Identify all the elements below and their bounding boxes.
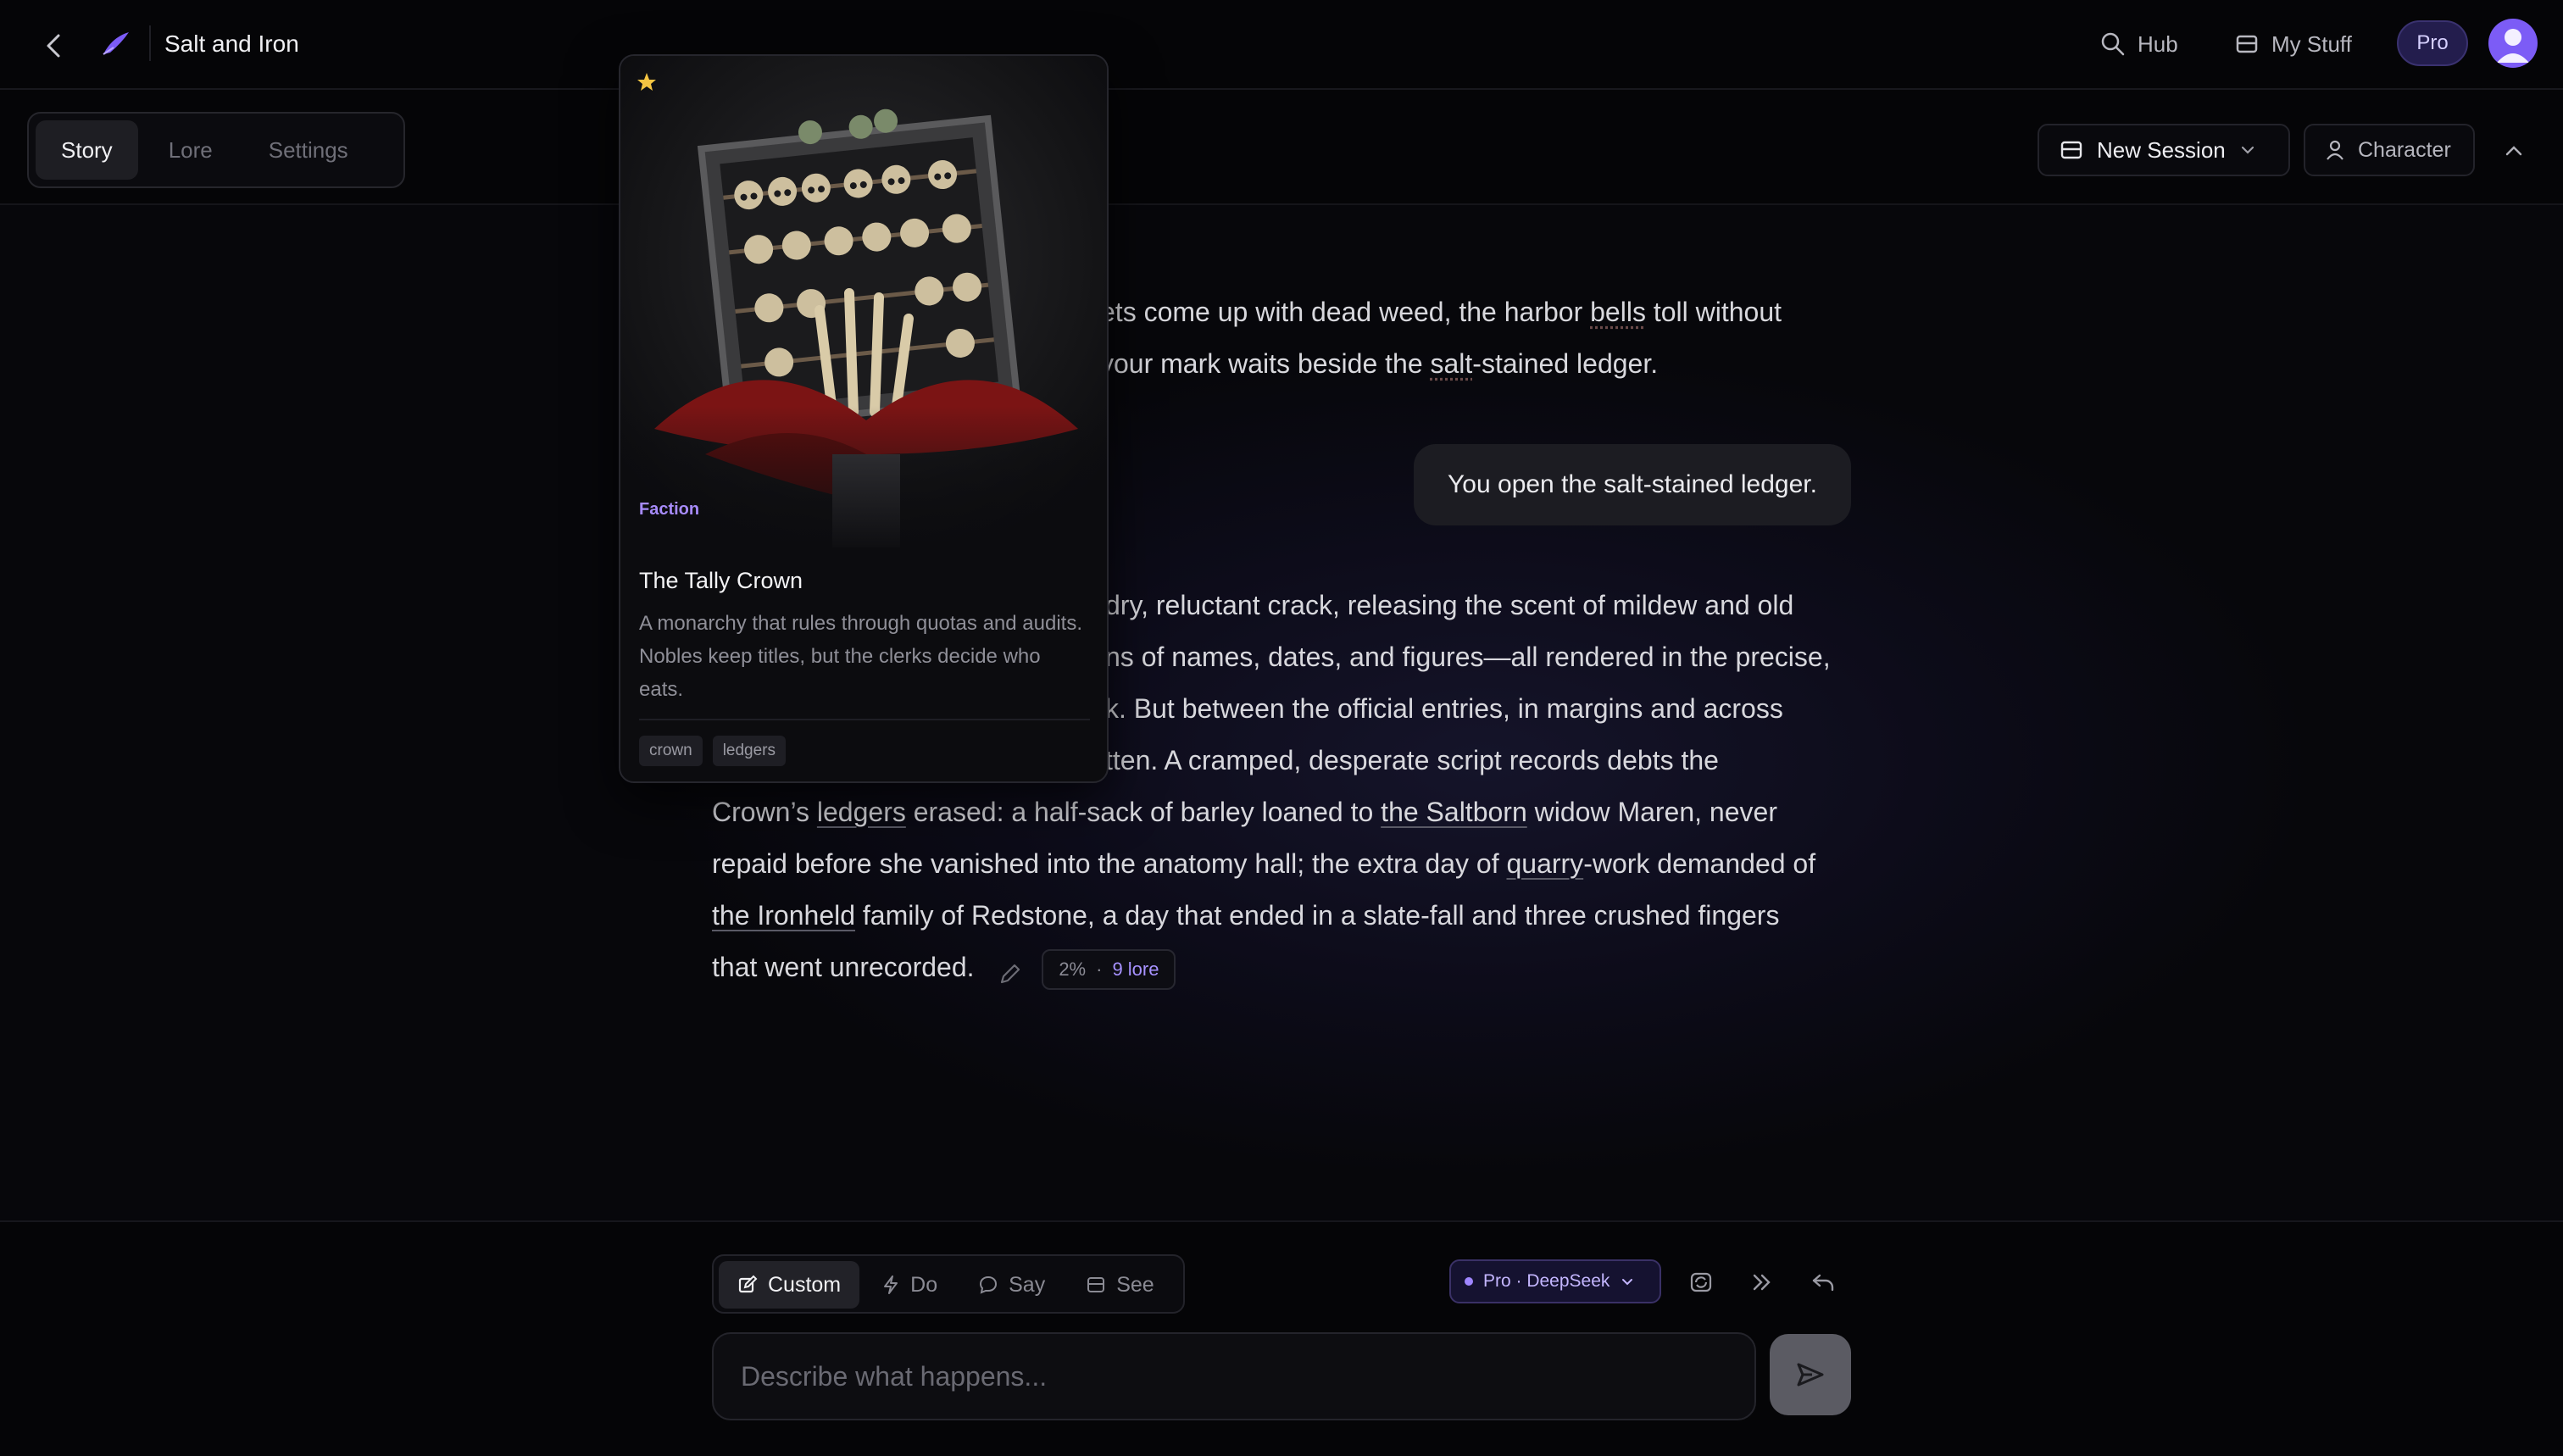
action-input[interactable]: [714, 1334, 1754, 1419]
lore-link-ledgers[interactable]: ledgers: [817, 797, 906, 827]
turn-meta-chip[interactable]: 2% · 9 lore: [1042, 948, 1176, 990]
lore-link-bells[interactable]: bells: [1590, 297, 1646, 327]
top-bar: Salt and Iron Hub My Stuff Pro: [0, 0, 2563, 90]
mode-say-label: Say: [1009, 1272, 1046, 1297]
refresh-icon: [1690, 1272, 1712, 1292]
lore-type-label: Faction: [639, 500, 700, 519]
tab-story[interactable]: Story: [36, 120, 138, 180]
title-divider: [149, 25, 151, 61]
mode-do-label: Do: [910, 1272, 938, 1297]
lore-count: 9 lore: [1112, 959, 1159, 981]
lore-link-salt[interactable]: salt: [1431, 348, 1473, 379]
tab-settings[interactable]: Settings: [243, 120, 374, 180]
lore-name: The Tally Crown: [639, 568, 803, 593]
person-icon: [2327, 140, 2343, 160]
user-icon: [2497, 29, 2529, 63]
meta-separator: ·: [1096, 959, 1103, 981]
edit-icon: [738, 1275, 758, 1293]
character-button[interactable]: Character: [2304, 124, 2475, 176]
chevron-down-icon: [1622, 1279, 1633, 1286]
story-text: widow Maren, never: [1526, 797, 1777, 827]
mode-say[interactable]: Say: [959, 1261, 1064, 1309]
lore-link-saltborn[interactable]: the Saltborn: [1381, 797, 1527, 827]
lore-tag[interactable]: crown: [639, 736, 703, 766]
mode-see-label: See: [1116, 1272, 1154, 1297]
speech-bubble-icon: [980, 1275, 998, 1294]
composer-panel: Custom Do Say See Pro · DeepSeek: [0, 1220, 2563, 1456]
send-button[interactable]: [1770, 1334, 1851, 1415]
my-stuff-link[interactable]: My Stuff: [2234, 25, 2352, 63]
continue-button[interactable]: [1744, 1264, 1780, 1300]
new-session-button[interactable]: New Session: [2038, 124, 2290, 176]
story-line: repaid before she vanished into the anat…: [712, 838, 1856, 890]
lore-link-ironheld[interactable]: the Ironheld: [712, 900, 855, 931]
view-tabs: Story Lore Settings: [27, 112, 405, 188]
image-icon: [1087, 1277, 1105, 1292]
mode-custom-label: Custom: [768, 1272, 842, 1297]
progress-percent: 2%: [1059, 959, 1087, 981]
lore-tag[interactable]: ledgers: [712, 736, 787, 766]
hub-label: Hub: [2138, 31, 2178, 57]
tab-lore[interactable]: Lore: [143, 120, 238, 180]
search-icon: [2101, 32, 2125, 56]
lore-link-quarry[interactable]: quarry: [1506, 848, 1583, 879]
undo-button[interactable]: [1805, 1264, 1841, 1300]
pro-badge[interactable]: Pro: [2397, 20, 2468, 66]
lore-tags: crown ledgers: [639, 736, 787, 766]
story-text: family of Redstone, a day that ended in …: [855, 900, 1780, 931]
story-text: that went unrecorded.: [712, 952, 975, 982]
status-dot-icon: [1465, 1277, 1473, 1286]
sub-bar: Story Lore Settings New Session Characte…: [0, 90, 2563, 205]
inbox-icon: [2236, 35, 2258, 53]
faction-artwork-image: [620, 56, 1107, 556]
story-line: that went unrecorded. 2% · 9 lore: [712, 942, 1856, 993]
app-logo-icon[interactable]: [100, 27, 134, 61]
story-text: your mark waits beside the: [1100, 348, 1431, 379]
story-text: toll without: [1645, 297, 1782, 327]
story-text: Crown’s: [712, 797, 817, 827]
story-text: repaid before she vanished into the anat…: [712, 848, 1507, 879]
inbox-icon: [2060, 141, 2082, 159]
pencil-icon[interactable]: [995, 954, 1026, 985]
card-divider: [639, 719, 1090, 720]
chevron-left-icon: [47, 34, 60, 58]
chevron-down-icon: [2241, 146, 2254, 154]
collapse-button[interactable]: [2497, 134, 2531, 168]
story-line: Crown’s ledgers erased: a half-sack of b…: [712, 786, 1856, 838]
my-stuff-label: My Stuff: [2271, 31, 2352, 57]
user-avatar[interactable]: [2488, 19, 2538, 68]
character-label: Character: [2358, 137, 2451, 162]
model-label: Pro · DeepSeek: [1483, 1271, 1610, 1291]
hub-link[interactable]: Hub: [2100, 25, 2178, 63]
lore-description: A monarchy that rules through quotas and…: [639, 612, 1082, 701]
story-text: -stained ledger.: [1472, 348, 1659, 379]
story-line: the Ironheld family of Redstone, a day t…: [712, 890, 1856, 942]
lightning-icon: [884, 1275, 898, 1294]
story-input-box: [712, 1332, 1756, 1420]
story-title: Salt and Iron: [164, 31, 299, 57]
back-button[interactable]: [34, 25, 75, 66]
user-action-bubble: You open the salt-stained ledger.: [1414, 444, 1851, 525]
send-icon: [1797, 1363, 1824, 1387]
action-mode-selector: Custom Do Say See: [712, 1254, 1185, 1314]
new-session-label: New Session: [2097, 136, 2226, 163]
undo-icon: [1812, 1274, 1834, 1292]
mode-see[interactable]: See: [1067, 1261, 1172, 1309]
story-text: ets come up with dead weed, the harbor: [1100, 297, 1591, 327]
double-chevron-right-icon: [1753, 1274, 1771, 1291]
favorite-star-icon[interactable]: [636, 71, 658, 97]
chevron-up-icon: [2505, 146, 2522, 156]
lore-card-popover[interactable]: Faction The Tally Crown A monarchy that …: [619, 54, 1109, 783]
model-selector[interactable]: Pro · DeepSeek: [1449, 1259, 1661, 1303]
story-text: -work demanded of: [1583, 848, 1816, 879]
mode-custom[interactable]: Custom: [719, 1261, 860, 1309]
mode-do[interactable]: Do: [863, 1261, 956, 1309]
retry-button[interactable]: [1683, 1264, 1719, 1300]
story-text: erased: a half-sack of barley loaned to: [905, 797, 1382, 827]
